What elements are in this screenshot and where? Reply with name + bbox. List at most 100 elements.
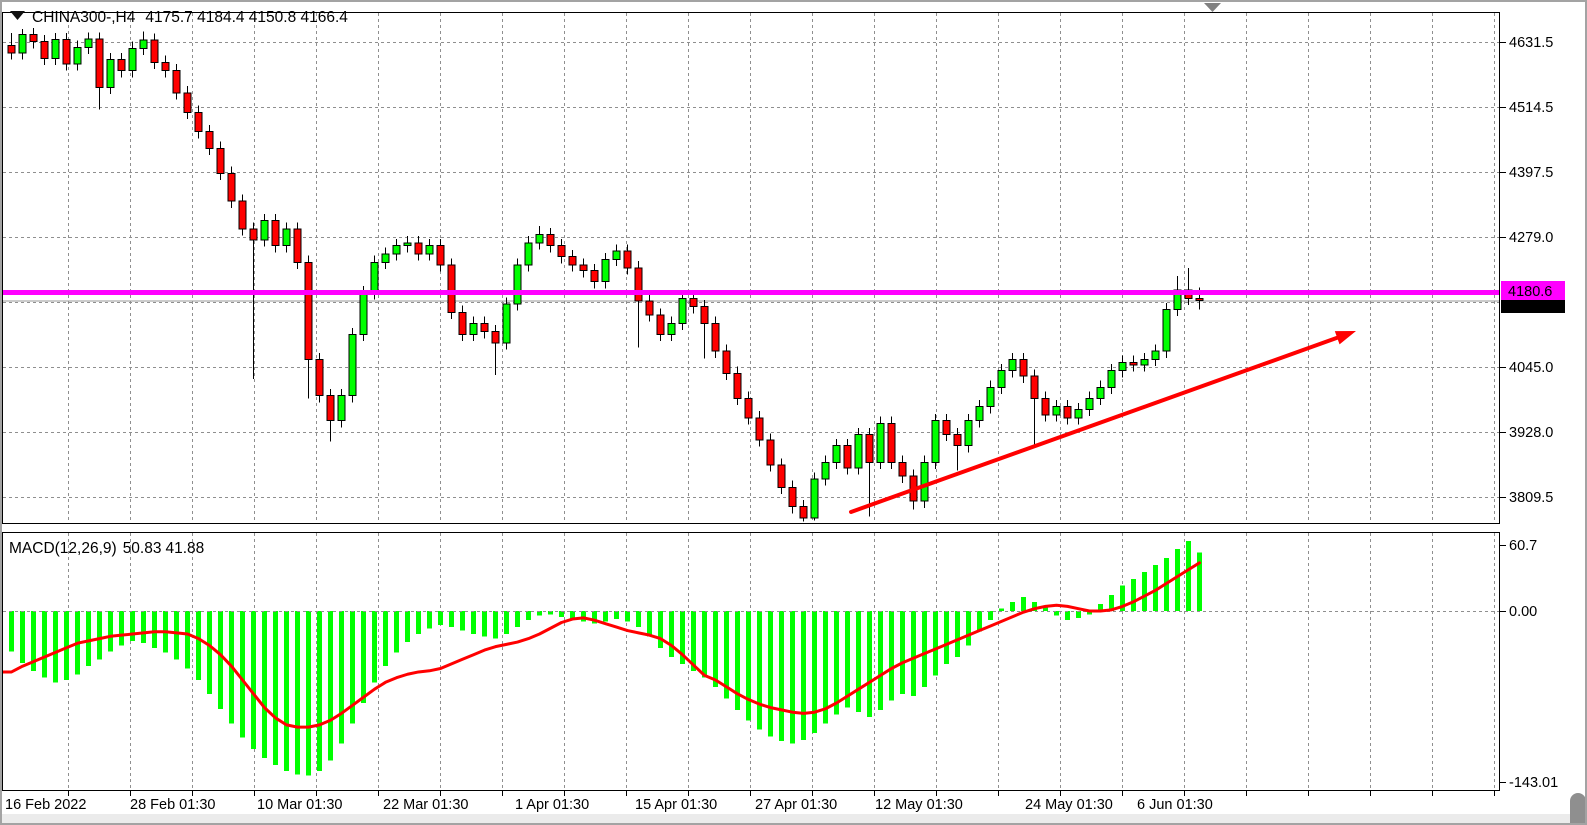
macd-histogram-bar: [779, 611, 784, 741]
candle-body: [558, 246, 565, 257]
macd-histogram-bar: [944, 611, 949, 664]
macd-histogram-bar: [1065, 611, 1070, 620]
macd-histogram-bar: [746, 611, 751, 720]
macd-histogram-bar: [97, 611, 102, 659]
vertical-scrollbar-thumb[interactable]: [1570, 793, 1586, 825]
candle-body: [668, 323, 675, 334]
macd-histogram-bar: [702, 611, 707, 678]
candle-body: [250, 229, 257, 240]
candle-body: [921, 462, 928, 501]
candle-body: [481, 323, 488, 331]
candle-body: [547, 235, 554, 246]
price-axis-label: 4631.5: [1509, 35, 1553, 51]
candle-body: [767, 440, 774, 465]
candle-body: [756, 418, 763, 440]
candle-body: [1053, 407, 1060, 415]
candle-body: [1009, 360, 1016, 371]
candle-body: [954, 435, 961, 446]
macd-histogram-bar: [394, 611, 399, 652]
support-resistance-line[interactable]: [2, 290, 1500, 295]
candle-body: [734, 373, 741, 398]
candle-body: [327, 396, 334, 421]
candle: [514, 258, 521, 310]
macd-histogram-bar: [988, 611, 993, 620]
candle-body: [107, 60, 114, 88]
candle: [921, 456, 928, 508]
macd-histogram-bar: [801, 611, 806, 740]
macd-histogram-bar: [306, 611, 311, 775]
time-axis[interactable]: 16 Feb 202228 Feb 01:3010 Mar 01:3022 Ma…: [5, 791, 1495, 813]
macd-histogram-bar: [812, 611, 817, 733]
macd-histogram-bar: [845, 611, 850, 708]
macd-histogram-bar: [515, 611, 520, 627]
time-axis-label: 1 Apr 01:30: [515, 797, 589, 813]
candle-body: [349, 335, 356, 396]
time-axis-label: 22 Mar 01:30: [383, 797, 468, 813]
candle-body: [206, 132, 213, 149]
macd-axis-label: 60.7: [1509, 538, 1537, 554]
candle: [316, 353, 323, 402]
candle-body: [503, 304, 510, 343]
macd-histogram-bar: [790, 611, 795, 743]
time-axis-label: 6 Jun 01:30: [1137, 797, 1213, 813]
macd-histogram-bar: [207, 611, 212, 694]
candle-body: [96, 39, 103, 87]
candle-body: [965, 421, 972, 446]
candle-body: [679, 298, 686, 323]
price-axis-label: 3809.5: [1509, 490, 1553, 506]
time-axis-label: 16 Feb 2022: [5, 797, 86, 813]
macd-histogram-bar: [86, 611, 91, 666]
macd-histogram-bar: [130, 611, 135, 641]
candle-body: [580, 265, 587, 271]
candle-body: [855, 435, 862, 468]
macd-histogram-bar: [152, 611, 157, 648]
macd-value-axis[interactable]: 60.70.00-143.01: [1500, 538, 1558, 791]
candle-body: [591, 271, 598, 282]
candle: [877, 417, 884, 469]
candle-body: [118, 60, 125, 71]
macd-histogram-bar: [251, 611, 256, 749]
candle-body: [1108, 371, 1115, 388]
candle-body: [844, 446, 851, 468]
macd-histogram-bar: [504, 611, 509, 634]
price-axis-label: 3928.0: [1509, 425, 1553, 441]
candle-body: [569, 257, 576, 265]
macd-histogram-bar: [614, 611, 619, 619]
price-axis[interactable]: 4631.54514.54397.54279.04045.03928.03809…: [1500, 35, 1553, 506]
candle-body: [745, 398, 752, 417]
candle-body: [712, 323, 719, 351]
candle-body: [525, 243, 532, 265]
macd-histogram-bar: [911, 611, 916, 696]
macd-histogram-bar: [669, 611, 674, 657]
candle-body: [635, 268, 642, 301]
macd-histogram-bar: [174, 611, 179, 659]
candle-body: [30, 35, 37, 42]
candle-body: [272, 221, 279, 246]
candle-body: [305, 262, 312, 359]
support-line[interactable]: [2, 290, 1500, 295]
macd-histogram-bar: [1197, 553, 1202, 611]
candle-body: [52, 40, 59, 59]
macd-histogram-bar: [603, 611, 608, 621]
macd-histogram-bar: [999, 609, 1004, 611]
macd-histogram-bar: [922, 611, 927, 687]
time-axis-label: 28 Feb 01:30: [130, 797, 215, 813]
candle: [228, 167, 235, 208]
candle-body: [789, 487, 796, 506]
macd-label: MACD(12,26,9)50.8341.88: [9, 540, 204, 557]
macd-histogram-bar: [427, 611, 432, 628]
price-axis-label: 4279.0: [1509, 230, 1553, 246]
candle-body: [338, 396, 345, 421]
candle-body: [1152, 351, 1159, 359]
price-axis-label: 4514.5: [1509, 100, 1553, 116]
macd-histogram-bar: [361, 611, 366, 703]
macd-axis-label: 0.00: [1509, 604, 1537, 620]
candle-body: [492, 332, 499, 343]
candle: [503, 297, 510, 349]
macd-histogram-bar: [42, 611, 47, 678]
macd-histogram-bar: [20, 611, 25, 663]
candle-body: [195, 112, 202, 131]
candle-body: [877, 423, 884, 462]
time-axis-label: 24 May 01:30: [1025, 797, 1113, 813]
macd-histogram-bar: [834, 611, 839, 715]
